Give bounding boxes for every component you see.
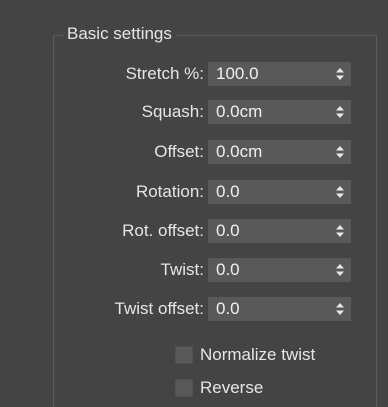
reverse-row[interactable]: Reverse [0,376,388,400]
offset-label: Offset: [154,142,204,161]
rotation-row: Rotation: 0.0 [0,180,388,204]
normalize-twist-row[interactable]: Normalize twist [0,343,388,367]
rotation-spinner[interactable]: 0.0 [208,180,351,204]
stretch-spinner[interactable]: 100.0 [208,62,351,86]
reverse-label[interactable]: Reverse [200,377,263,399]
offset-spinner[interactable]: 0.0cm [208,140,351,164]
rot-offset-row: Rot. offset: 0.0 [0,219,388,243]
squash-value[interactable]: 0.0cm [216,101,262,123]
up-down-arrows-icon[interactable] [336,146,344,158]
twist-offset-row: Twist offset: 0.0 [0,297,388,321]
twist-row: Twist: 0.0 [0,258,388,282]
rot-offset-label: Rot. offset: [122,221,204,240]
rotation-value[interactable]: 0.0 [216,181,240,203]
reverse-checkbox[interactable] [175,379,193,397]
stretch-label: Stretch %: [125,64,204,83]
basic-settings-panel: Basic settings Stretch %: 100.0 Squash: … [0,0,388,407]
up-down-arrows-icon[interactable] [336,225,344,237]
offset-row: Offset: 0.0cm [0,140,388,164]
twist-spinner[interactable]: 0.0 [208,258,351,282]
squash-spinner[interactable]: 0.0cm [208,100,351,124]
stretch-row: Stretch %: 100.0 [0,62,388,86]
squash-label: Squash: [141,102,204,121]
twist-offset-value[interactable]: 0.0 [216,298,240,320]
twist-offset-spinner[interactable]: 0.0 [208,297,351,321]
up-down-arrows-icon[interactable] [336,68,344,80]
up-down-arrows-icon[interactable] [336,186,344,198]
rot-offset-spinner[interactable]: 0.0 [208,219,351,243]
up-down-arrows-icon[interactable] [336,106,344,118]
squash-row: Squash: 0.0cm [0,100,388,124]
twist-label: Twist: [160,260,204,279]
rot-offset-value[interactable]: 0.0 [216,220,240,242]
group-title: Basic settings [64,23,176,45]
twist-offset-label: Twist offset: [114,299,204,318]
normalize-twist-checkbox[interactable] [175,346,193,364]
rotation-label: Rotation: [135,182,204,201]
stretch-value[interactable]: 100.0 [216,63,259,85]
offset-value[interactable]: 0.0cm [216,141,262,163]
up-down-arrows-icon[interactable] [336,303,344,315]
normalize-twist-label[interactable]: Normalize twist [200,344,315,366]
twist-value[interactable]: 0.0 [216,259,240,281]
up-down-arrows-icon[interactable] [336,264,344,276]
